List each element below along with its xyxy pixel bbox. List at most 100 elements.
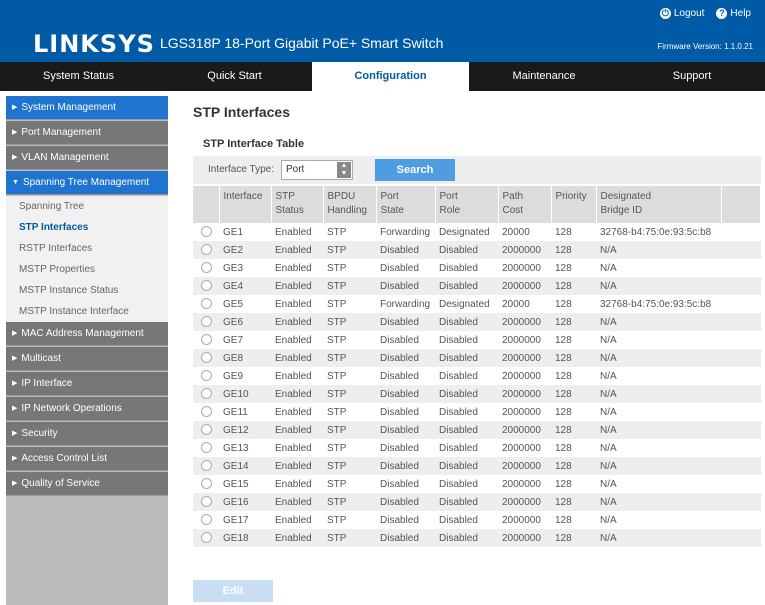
cell-designated-bridge-id: N/A [596,331,721,349]
sidebar-subitem-stp-interfaces[interactable]: STP Interfaces [6,217,168,238]
table-row[interactable]: GE13 Enabled STP Disabled Disabled 2000000 128… [193,439,761,457]
cell-bpdu-handling: STP [323,223,376,241]
help-link[interactable]: ? Help [716,8,751,19]
table-row[interactable]: GE2 Enabled STP Disabled Disabled 2000000 128 N… [193,241,761,259]
cell-path-cost: 2000000 [498,367,551,385]
table-body: GE1 Enabled STP Forwarding Designated 20000 12… [193,223,761,547]
table-row[interactable]: GE3 Enabled STP Disabled Disabled 2000000 128 N… [193,259,761,277]
row-select-cell [193,349,219,367]
sidebar-subitem-mstp-instance-interface[interactable]: MSTP Instance Interface [6,301,168,322]
table-row[interactable]: GE17 Enabled STP Disabled Disabled 2000000 128… [193,511,761,529]
row-radio-button[interactable] [200,442,212,454]
row-radio-button[interactable] [200,334,212,346]
sidebar-subitem-spanning-tree[interactable]: Spanning Tree [6,196,168,217]
sidebar-item-label: MAC Address Management [21,328,144,339]
row-radio-button[interactable] [200,514,212,526]
caret-right-icon: ▶ [12,104,18,111]
sidebar-item-label: Quality of Service [21,478,100,489]
row-radio-button[interactable] [200,478,212,490]
logout-label: Logout [673,8,705,19]
row-radio-button[interactable] [200,280,212,292]
table-row[interactable]: GE7 Enabled STP Disabled Disabled 2000000 128 N… [193,331,761,349]
row-radio-button[interactable] [200,424,212,436]
tab-system-status[interactable]: System Status [0,62,157,91]
sidebar-subitem-mstp-properties[interactable]: MSTP Properties [6,259,168,280]
tab-support[interactable]: Support [619,62,765,91]
cell-designated-bridge-id: N/A [596,367,721,385]
row-radio-button[interactable] [200,352,212,364]
row-radio-button[interactable] [200,406,212,418]
cell-port-role: Disabled [435,331,498,349]
table-row[interactable]: GE12 Enabled STP Disabled Disabled 2000000 128… [193,421,761,439]
sidebar-subitem-mstp-instance-status[interactable]: MSTP Instance Status [6,280,168,301]
edit-button[interactable]: Edit [193,580,273,602]
sidebar-item-quality-of-service[interactable]: ▶ Quality of Service [6,472,168,496]
row-radio-button[interactable] [200,262,212,274]
cell-stp-status: Enabled [271,313,323,331]
row-radio-button[interactable] [200,532,212,544]
cell-interface: GE3 [219,259,271,277]
table-row[interactable]: GE18 Enabled STP Disabled Disabled 2000000 128… [193,529,761,547]
cell-bpdu-handling: STP [323,457,376,475]
sidebar-item-access-control-list[interactable]: ▶ Access Control List [6,447,168,471]
table-row[interactable]: GE10 Enabled STP Disabled Disabled 2000000 128… [193,385,761,403]
table-row[interactable]: GE9 Enabled STP Disabled Disabled 2000000 128 N… [193,367,761,385]
header-links: ⏻ Logout ? Help [659,8,751,19]
cell-path-cost: 2000000 [498,421,551,439]
tab-configuration[interactable]: Configuration [312,62,469,91]
table-row[interactable]: GE6 Enabled STP Disabled Disabled 2000000 128 N… [193,313,761,331]
tab-quick-start[interactable]: Quick Start [157,62,312,91]
sidebar-item-multicast[interactable]: ▶ Multicast [6,347,168,371]
brand-logo: LINKSYS [33,30,155,58]
cell-port-role: Disabled [435,277,498,295]
table-row[interactable]: GE5 Enabled STP Forwarding Designated 20000 12… [193,295,761,313]
table-row[interactable]: GE16 Enabled STP Disabled Disabled 2000000 128… [193,493,761,511]
sidebar-item-vlan-management[interactable]: ▶ VLAN Management [6,146,168,170]
cell-priority: 128 [551,511,596,529]
sidebar-item-security[interactable]: ▶ Security [6,422,168,446]
cell-filler [721,295,761,313]
row-radio-button[interactable] [200,370,212,382]
table-row[interactable]: GE1 Enabled STP Forwarding Designated 20000 12… [193,223,761,241]
row-radio-button[interactable] [200,244,212,256]
sidebar-item-mac-address-management[interactable]: ▶ MAC Address Management [6,322,168,346]
row-select-cell [193,475,219,493]
row-radio-button[interactable] [200,496,212,508]
interface-type-select[interactable]: Port ▲ ▼ [281,160,353,180]
cell-designated-bridge-id: N/A [596,421,721,439]
row-radio-button[interactable] [200,316,212,328]
cell-port-state: Disabled [376,511,435,529]
table-row[interactable]: GE15 Enabled STP Disabled Disabled 2000000 128… [193,475,761,493]
cell-designated-bridge-id: N/A [596,313,721,331]
row-radio-button[interactable] [200,298,212,310]
cell-priority: 128 [551,457,596,475]
column-header-filler [721,186,761,223]
cell-designated-bridge-id: N/A [596,241,721,259]
sidebar-item-port-management[interactable]: ▶ Port Management [6,121,168,145]
caret-right-icon: ▶ [12,405,18,412]
sidebar-item-ip-network-operations[interactable]: ▶ IP Network Operations [6,397,168,421]
table-row[interactable]: GE8 Enabled STP Disabled Disabled 2000000 128 N… [193,349,761,367]
logout-link[interactable]: ⏻ Logout [659,8,705,19]
cell-port-role: Disabled [435,385,498,403]
cell-priority: 128 [551,367,596,385]
table-row[interactable]: GE14 Enabled STP Disabled Disabled 2000000 128… [193,457,761,475]
row-select-cell [193,493,219,511]
cell-interface: GE12 [219,421,271,439]
table-row[interactable]: GE4 Enabled STP Disabled Disabled 2000000 128 N… [193,277,761,295]
cell-port-state: Disabled [376,421,435,439]
table-row[interactable]: GE11 Enabled STP Disabled Disabled 2000000 128… [193,403,761,421]
tab-maintenance[interactable]: Maintenance [469,62,619,91]
sidebar-item-spanning-tree-management[interactable]: ▼ Spanning Tree Management [6,171,168,195]
row-radio-button[interactable] [200,226,212,238]
stp-interface-table: Interface STP Status BPDU Handling Port Sta… [193,186,761,547]
row-radio-button[interactable] [200,388,212,400]
row-radio-button[interactable] [200,460,212,472]
sidebar-item-ip-interface[interactable]: ▶ IP Interface [6,372,168,396]
search-button[interactable]: Search [375,159,455,181]
cell-designated-bridge-id: N/A [596,457,721,475]
sidebar-subitem-rstp-interfaces[interactable]: RSTP Interfaces [6,238,168,259]
row-select-cell [193,223,219,241]
row-select-cell [193,367,219,385]
sidebar-item-system-management[interactable]: ▶ System Management [6,96,168,120]
